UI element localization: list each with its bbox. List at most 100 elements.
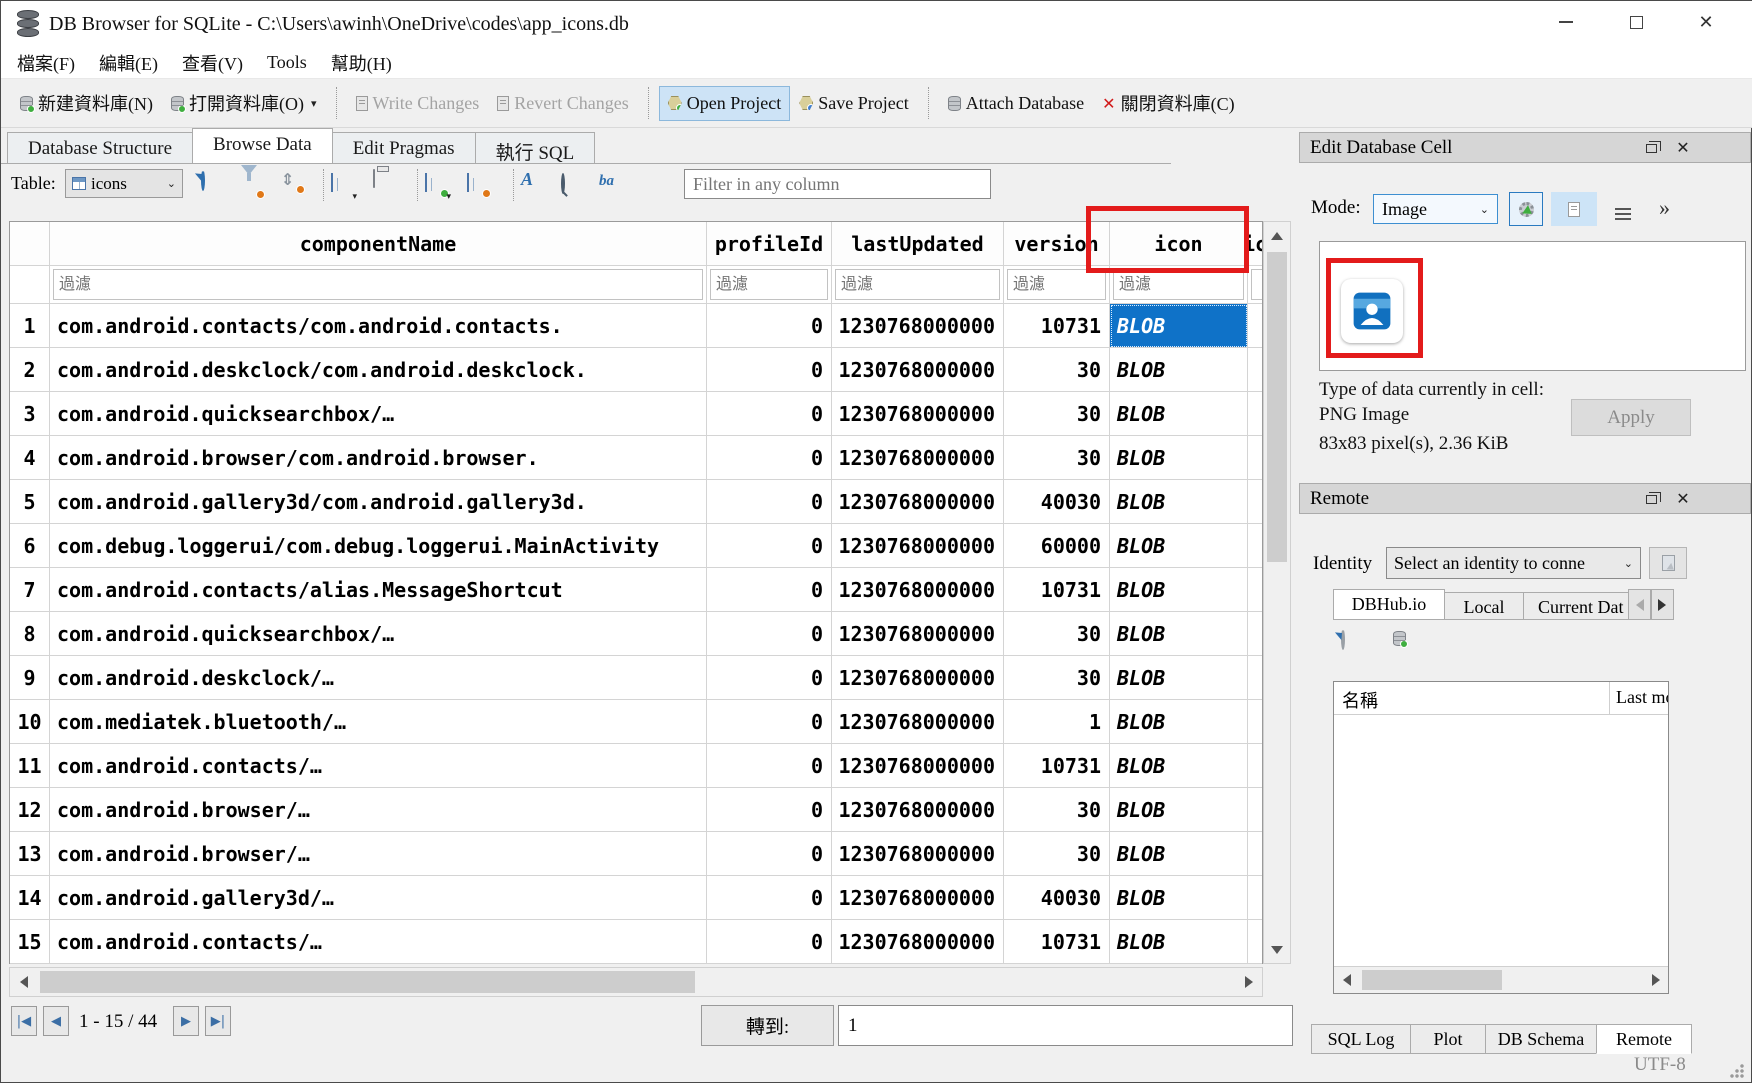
cell-icon-blob[interactable]: BLOB <box>1110 392 1248 436</box>
cell-profileId[interactable]: 0 <box>707 876 832 920</box>
table-row[interactable]: 7 com.android.contacts/alias.MessageShor… <box>10 568 1262 612</box>
text-mode-button[interactable] <box>1551 192 1597 226</box>
cell-profileId[interactable]: 0 <box>707 480 832 524</box>
cell-profileId[interactable]: 0 <box>707 392 832 436</box>
cell-componentName[interactable]: com.android.gallery3d/com.android.galler… <box>50 480 707 524</box>
cell-lastUpdated[interactable]: 1230768000000 <box>832 348 1004 392</box>
column-header-profileId[interactable]: profileId <box>707 222 832 266</box>
cell-componentName[interactable]: com.android.browser/… <box>50 832 707 876</box>
cell-profileId[interactable]: 0 <box>707 568 832 612</box>
filter-input-icon[interactable] <box>1113 269 1244 300</box>
global-filter-input[interactable] <box>684 169 991 199</box>
cell-icon-blob[interactable]: BLOB <box>1110 656 1248 700</box>
open-database-dropdown-arrow[interactable]: ▾ <box>311 97 317 110</box>
scroll-down-arrow[interactable] <box>1264 937 1290 963</box>
cell-version[interactable]: 40030 <box>1004 480 1110 524</box>
tab-scroll-left-button[interactable] <box>1628 589 1651 620</box>
first-page-button[interactable]: |◀ <box>11 1006 37 1036</box>
attach-database-button[interactable]: Attach Database <box>939 86 1093 121</box>
import-certificate-button[interactable] <box>1649 547 1687 579</box>
cell-componentName[interactable]: com.debug.loggerui/com.debug.loggerui.Ma… <box>50 524 707 568</box>
filter-input-profileId[interactable] <box>710 269 828 300</box>
remote-float-button[interactable] <box>1641 489 1661 509</box>
cell-icon-blob[interactable]: BLOB <box>1110 744 1248 788</box>
cell-lastUpdated[interactable]: 1230768000000 <box>832 788 1004 832</box>
cell-lastUpdated[interactable]: 1230768000000 <box>832 612 1004 656</box>
cell-lastUpdated[interactable]: 1230768000000 <box>832 920 1004 964</box>
table-row[interactable]: 14 com.android.gallery3d/… 0 12307680000… <box>10 876 1262 920</box>
cell-profileId[interactable]: 0 <box>707 436 832 480</box>
cell-icon-blob[interactable]: BLOB <box>1110 480 1248 524</box>
cell-componentName[interactable]: com.mediatek.bluetooth/… <box>50 700 707 744</box>
tab-execute-sql[interactable]: 執行 SQL <box>475 132 596 163</box>
remote-list-horizontal-scrollbar[interactable] <box>1334 966 1668 993</box>
cell-version[interactable]: 30 <box>1004 656 1110 700</box>
column-header-icon[interactable]: icon <box>1110 222 1248 266</box>
identity-select[interactable]: Select an identity to conne ⌄ <box>1386 547 1641 579</box>
encoding-button[interactable]: ba <box>599 172 621 194</box>
cell-componentName[interactable]: com.android.browser/com.android.browser. <box>50 436 707 480</box>
save-table-button[interactable]: ▾ <box>331 174 353 196</box>
cell-version[interactable]: 30 <box>1004 612 1110 656</box>
filter-input-version[interactable] <box>1007 269 1106 300</box>
close-button[interactable]: ✕ <box>1674 1 1738 43</box>
horizontal-scrollbar-thumb[interactable] <box>40 971 695 993</box>
cell-lastUpdated[interactable]: 1230768000000 <box>832 392 1004 436</box>
tab-sql-log[interactable]: SQL Log <box>1311 1024 1411 1054</box>
menu-file[interactable]: 檔案(F) <box>5 47 87 79</box>
new-database-button[interactable]: 新建資料庫(N) <box>11 83 162 123</box>
cell-icon-blob[interactable]: BLOB <box>1110 788 1248 832</box>
cell-version[interactable]: 30 <box>1004 832 1110 876</box>
table-row[interactable]: 12 com.android.browser/… 0 1230768000000… <box>10 788 1262 832</box>
cell-icon-blob[interactable]: BLOB <box>1110 700 1248 744</box>
cell-version[interactable]: 1 <box>1004 700 1110 744</box>
cell-version[interactable]: 40030 <box>1004 876 1110 920</box>
cell-componentName[interactable]: com.android.contacts/… <box>50 920 707 964</box>
column-header-version[interactable]: version <box>1004 222 1110 266</box>
cell-profileId[interactable]: 0 <box>707 524 832 568</box>
tab-plot[interactable]: Plot <box>1410 1024 1486 1054</box>
print-button[interactable] <box>373 170 395 192</box>
table-row[interactable]: 13 com.android.browser/… 0 1230768000000… <box>10 832 1262 876</box>
cell-componentName[interactable]: com.android.quicksearchbox/… <box>50 392 707 436</box>
menu-tools[interactable]: Tools <box>255 49 319 76</box>
column-header-componentName[interactable]: componentName <box>50 222 707 266</box>
cell-profileId[interactable]: 0 <box>707 788 832 832</box>
scroll-right-arrow[interactable] <box>1236 968 1262 996</box>
cell-componentName[interactable]: com.android.gallery3d/… <box>50 876 707 920</box>
find-button[interactable] <box>561 175 583 197</box>
cell-version[interactable]: 10731 <box>1004 304 1110 348</box>
cell-profileId[interactable]: 0 <box>707 700 832 744</box>
cell-profileId[interactable]: 0 <box>707 304 832 348</box>
remote-scrollbar-thumb[interactable] <box>1362 970 1502 990</box>
tab-db-schema[interactable]: DB Schema <box>1485 1024 1597 1054</box>
menu-view[interactable]: 查看(V) <box>170 47 255 79</box>
cell-version[interactable]: 10731 <box>1004 920 1110 964</box>
scroll-left-arrow[interactable] <box>10 968 36 996</box>
remote-close-button[interactable]: ✕ <box>1673 488 1693 508</box>
tab-current-database[interactable]: Current Dat <box>1523 592 1629 620</box>
menu-edit[interactable]: 編輯(E) <box>87 47 170 79</box>
cell-icon-blob[interactable]: BLOB <box>1110 524 1248 568</box>
column-header-partial[interactable]: ic <box>1248 222 1262 266</box>
cell-version[interactable]: 30 <box>1004 436 1110 480</box>
cell-profileId[interactable]: 0 <box>707 656 832 700</box>
column-header-lastUpdated[interactable]: lastUpdated <box>832 222 1004 266</box>
cell-lastUpdated[interactable]: 1230768000000 <box>832 744 1004 788</box>
cell-lastUpdated[interactable]: 1230768000000 <box>832 480 1004 524</box>
apply-button[interactable]: Apply <box>1571 399 1691 436</box>
clear-filters-button[interactable] <box>241 175 263 197</box>
cell-componentName[interactable]: com.android.deskclock/… <box>50 656 707 700</box>
cell-icon-blob[interactable]: BLOB <box>1110 832 1248 876</box>
refresh-button[interactable] <box>201 172 223 194</box>
cell-icon-blob[interactable]: BLOB <box>1110 920 1248 964</box>
filter-input-partial[interactable] <box>1251 269 1262 300</box>
last-page-button[interactable]: ▶| <box>205 1006 231 1036</box>
cell-version[interactable]: 10731 <box>1004 568 1110 612</box>
cell-lastUpdated[interactable]: 1230768000000 <box>832 876 1004 920</box>
table-row[interactable]: 8 com.android.quicksearchbox/… 0 1230768… <box>10 612 1262 656</box>
cell-lastUpdated[interactable]: 1230768000000 <box>832 524 1004 568</box>
cell-icon-blob[interactable]: BLOB <box>1110 304 1248 348</box>
table-horizontal-scrollbar[interactable] <box>9 967 1263 997</box>
cell-profileId[interactable]: 0 <box>707 832 832 876</box>
